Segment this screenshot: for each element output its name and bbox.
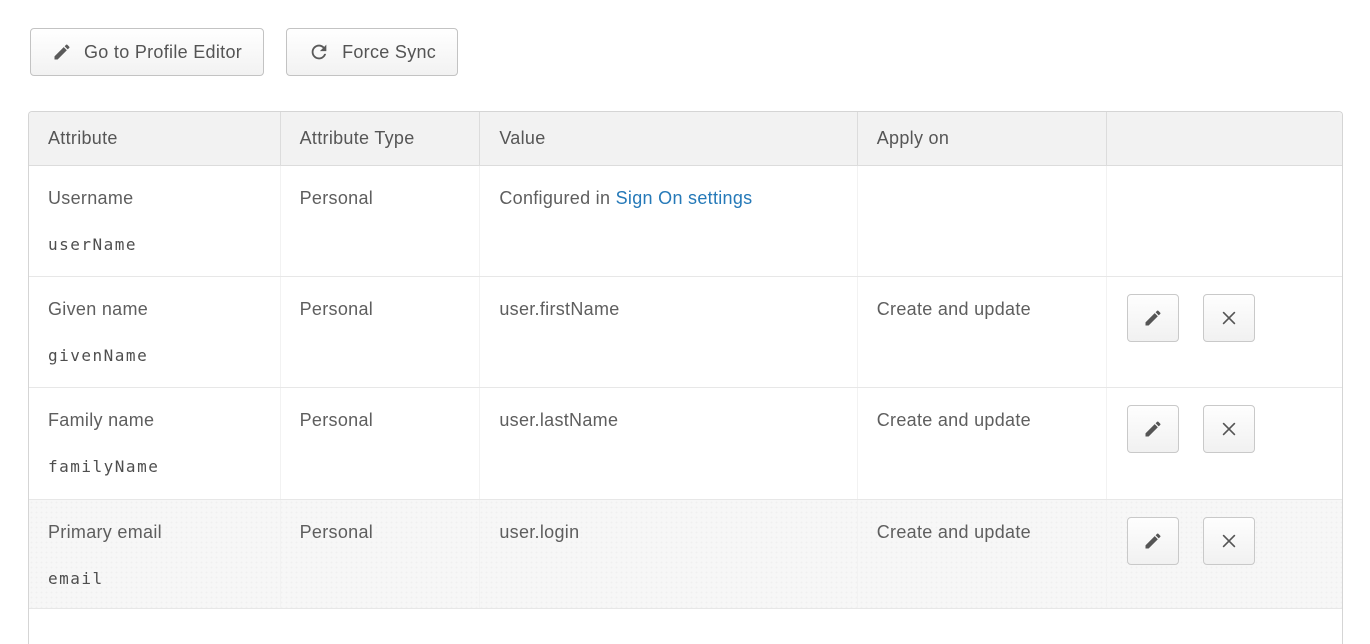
- apply-on-cell: Create and update: [858, 388, 1108, 499]
- attribute-variable: givenName: [48, 346, 266, 365]
- toolbar: Go to Profile Editor Force Sync: [0, 0, 1370, 76]
- actions-cell: [1107, 388, 1342, 499]
- actions-cell: [1107, 277, 1342, 387]
- force-sync-label: Force Sync: [342, 42, 436, 63]
- attribute-label: Family name: [48, 410, 266, 431]
- pencil-icon: [52, 42, 72, 62]
- attribute-label: Primary email: [48, 522, 266, 543]
- attribute-type-cell: Personal: [281, 500, 481, 608]
- apply-on-cell: [858, 166, 1108, 276]
- table-row-primary-email: Primary email email Personal user.login …: [29, 500, 1342, 609]
- attribute-label: Username: [48, 188, 266, 209]
- table-row-family-name: Family name familyName Personal user.las…: [29, 388, 1342, 500]
- apply-on-cell: Create and update: [858, 277, 1108, 387]
- attribute-variable: userName: [48, 235, 266, 254]
- refresh-icon: [308, 41, 330, 63]
- actions-cell: [1107, 166, 1342, 276]
- header-actions: [1107, 112, 1342, 165]
- attribute-cell: Family name familyName: [29, 388, 281, 499]
- actions-cell: [1107, 500, 1342, 608]
- go-to-profile-editor-label: Go to Profile Editor: [84, 42, 242, 63]
- attribute-cell: Given name givenName: [29, 277, 281, 387]
- header-apply-on: Apply on: [858, 112, 1108, 165]
- delete-attribute-button[interactable]: [1203, 294, 1255, 342]
- value-cell: Configured in Sign On settings: [480, 166, 857, 276]
- attribute-type-cell: Personal: [281, 166, 481, 276]
- value-cell: user.firstName: [480, 277, 857, 387]
- table-header-row: Attribute Attribute Type Value Apply on: [29, 112, 1342, 166]
- delete-attribute-button[interactable]: [1203, 517, 1255, 565]
- value-cell: user.lastName: [480, 388, 857, 499]
- delete-attribute-button[interactable]: [1203, 405, 1255, 453]
- edit-attribute-button[interactable]: [1127, 405, 1179, 453]
- attribute-type-cell: Personal: [281, 388, 481, 499]
- sign-on-settings-link[interactable]: Sign On settings: [616, 188, 753, 208]
- header-attribute: Attribute: [29, 112, 281, 165]
- table-row-username: Username userName Personal Configured in…: [29, 166, 1342, 277]
- header-value: Value: [480, 112, 857, 165]
- edit-attribute-button[interactable]: [1127, 517, 1179, 565]
- header-attribute-type: Attribute Type: [281, 112, 481, 165]
- close-icon: [1219, 531, 1239, 551]
- force-sync-button[interactable]: Force Sync: [286, 28, 458, 76]
- attribute-variable: familyName: [48, 457, 266, 476]
- value-cell: user.login: [480, 500, 857, 608]
- go-to-profile-editor-button[interactable]: Go to Profile Editor: [30, 28, 264, 76]
- attribute-cell: Primary email email: [29, 500, 281, 608]
- attribute-type-cell: Personal: [281, 277, 481, 387]
- pencil-icon: [1143, 308, 1163, 328]
- attribute-variable: email: [48, 569, 266, 588]
- table-row-given-name: Given name givenName Personal user.first…: [29, 277, 1342, 388]
- value-text: Configured in: [499, 188, 615, 208]
- close-icon: [1219, 419, 1239, 439]
- close-icon: [1219, 308, 1239, 328]
- attribute-label: Given name: [48, 299, 266, 320]
- attribute-cell: Username userName: [29, 166, 281, 276]
- attribute-mappings-table: Attribute Attribute Type Value Apply on …: [28, 111, 1343, 644]
- pencil-icon: [1143, 419, 1163, 439]
- pencil-icon: [1143, 531, 1163, 551]
- edit-attribute-button[interactable]: [1127, 294, 1179, 342]
- apply-on-cell: Create and update: [858, 500, 1108, 608]
- table-row-partial: [29, 609, 1342, 644]
